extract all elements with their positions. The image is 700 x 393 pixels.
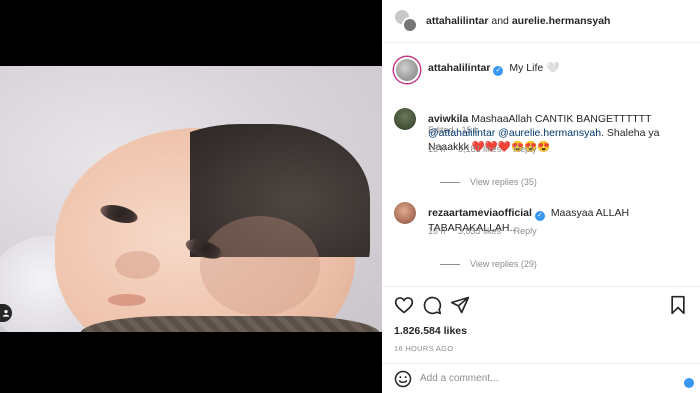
post-time: 16 HOURS AGO [394,344,454,353]
share-icon[interactable] [450,295,470,315]
divider [440,181,460,183]
comment-meta: 16 h 3,181 likes Reply [428,144,547,154]
photo-cheek [200,216,320,316]
comment-time: 16 h [428,144,446,154]
comment-mention[interactable]: @aurelie.hermansyah [498,127,601,139]
post-header: attahalilintar and aurelie.hermansyah [382,0,700,43]
view-replies-button[interactable]: View replies (35) [440,177,537,187]
comment-avatar[interactable] [394,108,416,130]
photo-wrap [80,316,380,332]
verified-icon: ✓ [534,211,545,221]
header-and: and [491,15,509,27]
comment-username[interactable]: aviwkila [428,113,468,125]
comment-username[interactable]: rezaartameviaofficial [428,207,532,219]
post-actions: 1.826.584 likes 16 HOURS AGO Add a comme… [382,286,700,393]
view-replies-button[interactable]: View replies (29) [440,259,537,269]
comment-item: rezaartameviaofficial ✓ Maasyaa ALLAH TAB… [394,202,688,282]
view-replies-label: View replies (35) [470,177,537,187]
comment-body-start: MashaaAllah CANTIK BANGETTTTTT [471,113,652,125]
comment-likes[interactable]: 3,181 likes [458,144,501,154]
comment-icon[interactable] [422,295,442,315]
photo-nose [115,251,160,279]
add-comment-bar: Add a comment... [382,363,700,393]
smile-icon[interactable] [394,370,412,388]
collab-avatars[interactable] [394,9,418,33]
reply-button[interactable]: Reply [514,226,537,236]
caption-text: attahalilintar ✓ My Life 🤍 [428,61,688,76]
comment-meta: 16 h 3,835 likes Reply [428,226,547,236]
comment-likes[interactable]: 3,835 likes [458,226,501,236]
header-user2[interactable]: aurelie.hermansyah [512,15,611,27]
baby-photo[interactable] [0,66,382,332]
header-user1[interactable]: attahalilintar [426,15,488,27]
divider [440,263,460,265]
reply-button[interactable]: Reply [514,144,537,154]
comment-time: 16 h [428,226,446,236]
post-media [0,0,382,393]
add-comment-input[interactable]: Add a comment... [420,373,498,384]
action-icons [394,295,688,317]
comment-item: aviwkila MashaaAllah CANTIK BANGETTTTTT … [394,108,688,198]
photo-mouth [108,294,146,306]
comment-mention[interactable]: @attahalilintar [428,127,495,139]
caption-body: My Life 🤍 [509,62,560,74]
bookmark-icon[interactable] [668,295,688,315]
caption-username[interactable]: attahalilintar [428,62,490,74]
heart-icon[interactable] [394,295,414,315]
verified-icon: ✓ [493,66,504,76]
notification-dot [684,378,694,388]
header-usernames: attahalilintar and aurelie.hermansyah [426,15,610,27]
comment-avatar[interactable] [394,202,416,224]
likes-count[interactable]: 1.826.584 likes [394,325,467,337]
caption-avatar[interactable] [394,57,420,83]
view-replies-label: View replies (29) [470,259,537,269]
avatar [402,17,418,33]
